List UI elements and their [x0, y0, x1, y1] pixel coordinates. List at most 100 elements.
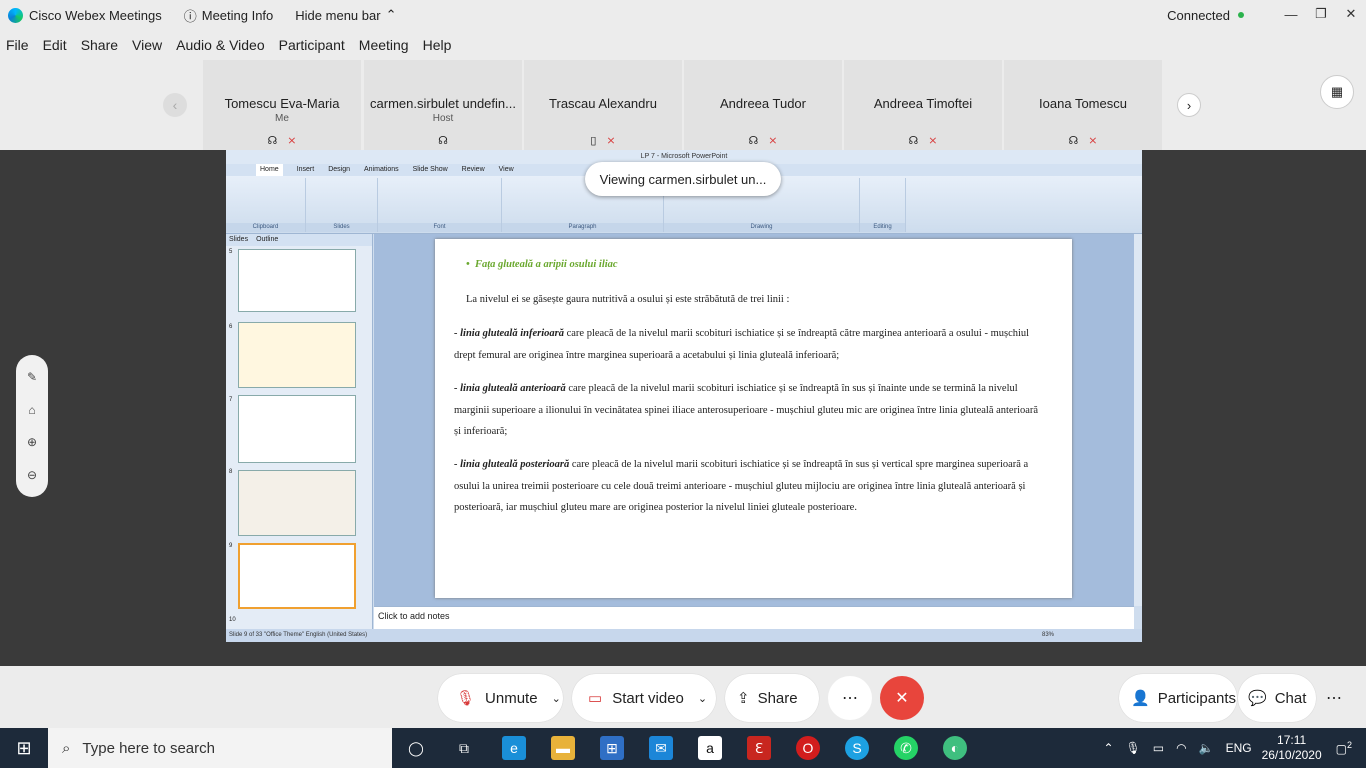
calendar-icon[interactable]: ▦: [1320, 75, 1354, 109]
search-placeholder: Type here to search: [82, 739, 215, 757]
file-explorer-icon[interactable]: ▬: [551, 736, 575, 760]
menu-help[interactable]: Help: [423, 37, 452, 53]
ppt-tab[interactable]: Slide Show: [413, 164, 448, 176]
line-name-anterior: - linia gluteală anterioară: [454, 383, 566, 394]
ppt-tab[interactable]: Home: [256, 164, 283, 176]
leave-meeting-icon[interactable]: ✕: [880, 676, 924, 720]
annotation-toolbar: ✎ ⌂ ⊕ ⊖: [16, 355, 48, 497]
amazon-icon[interactable]: a: [698, 736, 722, 760]
share-label: Share: [757, 689, 798, 707]
participant-card[interactable]: carmen.sirbulet undefin... Host ☊: [364, 60, 522, 150]
input-language[interactable]: ENG: [1226, 741, 1252, 755]
participant-card[interactable]: Andreea Timoftei ☊ ⨯: [844, 60, 1002, 150]
windows-start-icon[interactable]: ⊞: [12, 736, 36, 760]
start-video-button[interactable]: ▭ Start video ⌄: [572, 674, 716, 722]
zoom-level[interactable]: 83%: [1042, 629, 1054, 642]
close-window-icon[interactable]: ✕: [1336, 0, 1366, 28]
pane-tab[interactable]: Slides: [229, 234, 248, 246]
share-button[interactable]: ⇪ Share: [725, 674, 819, 722]
menu-audio-video[interactable]: Audio & Video: [176, 37, 264, 53]
participant-role: [1004, 113, 1162, 126]
slide-thumbnail[interactable]: [238, 249, 356, 312]
clock[interactable]: 17:11 26/10/2020: [1262, 733, 1322, 763]
hide-menu-button[interactable]: Hide menu bar ⌃: [295, 7, 396, 23]
participant-name: Trascau Alexandru: [549, 96, 657, 111]
tray-chevron-up-icon[interactable]: ⌃: [1103, 741, 1113, 755]
participant-strip: ‹ Tomescu Eva-Maria Me ☊ ⨯ carmen.sirbule…: [0, 60, 1366, 150]
video-off-icon: ▭: [588, 690, 603, 707]
menu-edit[interactable]: Edit: [43, 37, 67, 53]
ppt-tab[interactable]: Animations: [364, 164, 399, 176]
slide-paragraph-3: - linia gluteală posterioară care pleacă…: [454, 454, 1039, 519]
remote-control-icon[interactable]: ⌂: [28, 403, 35, 417]
zoom-out-icon[interactable]: ⊖: [27, 468, 37, 482]
slide-paragraph-1: - linia gluteală inferioară care pleacă …: [454, 323, 1039, 366]
menu-view[interactable]: View: [132, 37, 162, 53]
chat-button[interactable]: 💬 Chat: [1238, 674, 1316, 722]
restore-icon[interactable]: ❐: [1306, 0, 1336, 28]
menu-share[interactable]: Share: [81, 37, 118, 53]
webex-taskbar-icon[interactable]: ◐: [943, 736, 967, 760]
slide-editor: • Fața gluteală a aripii osului iliac La…: [374, 234, 1134, 606]
window-titlebar: Cisco Webex Meetings ⓘ Meeting Info Hide…: [0, 0, 1366, 30]
participant-role: [684, 113, 842, 126]
chat-bubble-icon: 💬: [1248, 690, 1267, 707]
taskbar-search[interactable]: ⌕ Type here to search: [48, 728, 392, 768]
participant-card[interactable]: Trascau Alexandru ▯ ⨯: [524, 60, 682, 150]
more-options-icon[interactable]: ⋯: [828, 676, 872, 720]
wifi-icon[interactable]: ◠: [1176, 741, 1186, 755]
ppt-tab[interactable]: Review: [462, 164, 485, 176]
slide-thumbnail[interactable]: [238, 470, 356, 536]
participant-name: Ioana Tomescu: [1039, 96, 1127, 111]
pane-tabs: Slides Outline: [226, 234, 372, 246]
editor-scrollbar[interactable]: [1134, 234, 1142, 606]
ppt-tab[interactable]: Design: [328, 164, 350, 176]
whatsapp-icon[interactable]: ✆: [894, 736, 918, 760]
cortana-icon[interactable]: ◯: [404, 736, 428, 760]
participant-card[interactable]: Andreea Tudor ☊ ⨯: [684, 60, 842, 150]
unmute-button[interactable]: 🎙 Unmute ⌄: [438, 674, 563, 722]
participant-card[interactable]: Ioana Tomescu ☊ ⨯: [1004, 60, 1162, 150]
phone-icon: ▯: [590, 135, 597, 147]
chevron-down-icon[interactable]: ⌄: [698, 692, 707, 705]
notes-pane[interactable]: Click to add notes: [374, 606, 1134, 629]
skype-icon[interactable]: S: [845, 736, 869, 760]
ribbon-group: Clipboard: [226, 178, 306, 232]
participant-name: carmen.sirbulet undefin...: [370, 96, 516, 111]
opera-icon[interactable]: O: [796, 736, 820, 760]
mail-icon[interactable]: ✉: [649, 736, 673, 760]
menu-participant[interactable]: Participant: [279, 37, 345, 53]
microphone-icon[interactable]: 🎙: [1126, 741, 1141, 755]
battery-icon[interactable]: ▭: [1153, 741, 1164, 755]
participant-card[interactable]: Tomescu Eva-Maria Me ☊ ⨯: [203, 60, 361, 150]
ppt-tab[interactable]: View: [499, 164, 514, 176]
slide-thumbnail-selected[interactable]: [238, 543, 356, 609]
menu-file[interactable]: File: [6, 37, 29, 53]
thumb-number: 7: [229, 397, 233, 403]
notifications-icon[interactable]: ▢2: [1336, 740, 1352, 756]
slide-thumbnail[interactable]: [238, 395, 356, 463]
expressvpn-icon[interactable]: ℇ: [747, 736, 771, 760]
zoom-in-icon[interactable]: ⊕: [27, 435, 37, 449]
mic-muted-icon: ⨯: [928, 135, 938, 147]
current-slide[interactable]: • Fața gluteală a aripii osului iliac La…: [435, 239, 1072, 598]
more-panels-icon[interactable]: ⋯: [1312, 676, 1356, 720]
meeting-info-button[interactable]: ⓘ Meeting Info: [184, 6, 274, 25]
participants-button[interactable]: 👤 Participants: [1119, 674, 1237, 722]
chevron-down-icon[interactable]: ⌄: [552, 692, 561, 705]
bullet-icon: •: [466, 259, 475, 270]
headset-icon: ☊: [748, 135, 759, 147]
annotate-pen-icon[interactable]: ✎: [27, 370, 37, 384]
task-view-icon[interactable]: ⧉: [452, 736, 476, 760]
volume-icon[interactable]: 🔈: [1199, 741, 1214, 755]
scroll-left-icon[interactable]: ‹: [163, 93, 187, 117]
webex-logo-icon: [8, 7, 23, 23]
edge-browser-icon[interactable]: e: [502, 736, 526, 760]
ppt-tab[interactable]: Insert: [297, 164, 315, 176]
scroll-right-icon[interactable]: ›: [1177, 93, 1201, 117]
slide-thumbnail[interactable]: [238, 322, 356, 388]
menu-meeting[interactable]: Meeting: [359, 37, 409, 53]
pane-tab[interactable]: Outline: [256, 234, 278, 246]
minimize-icon[interactable]: —: [1276, 0, 1306, 28]
store-icon[interactable]: ⊞: [600, 736, 624, 760]
